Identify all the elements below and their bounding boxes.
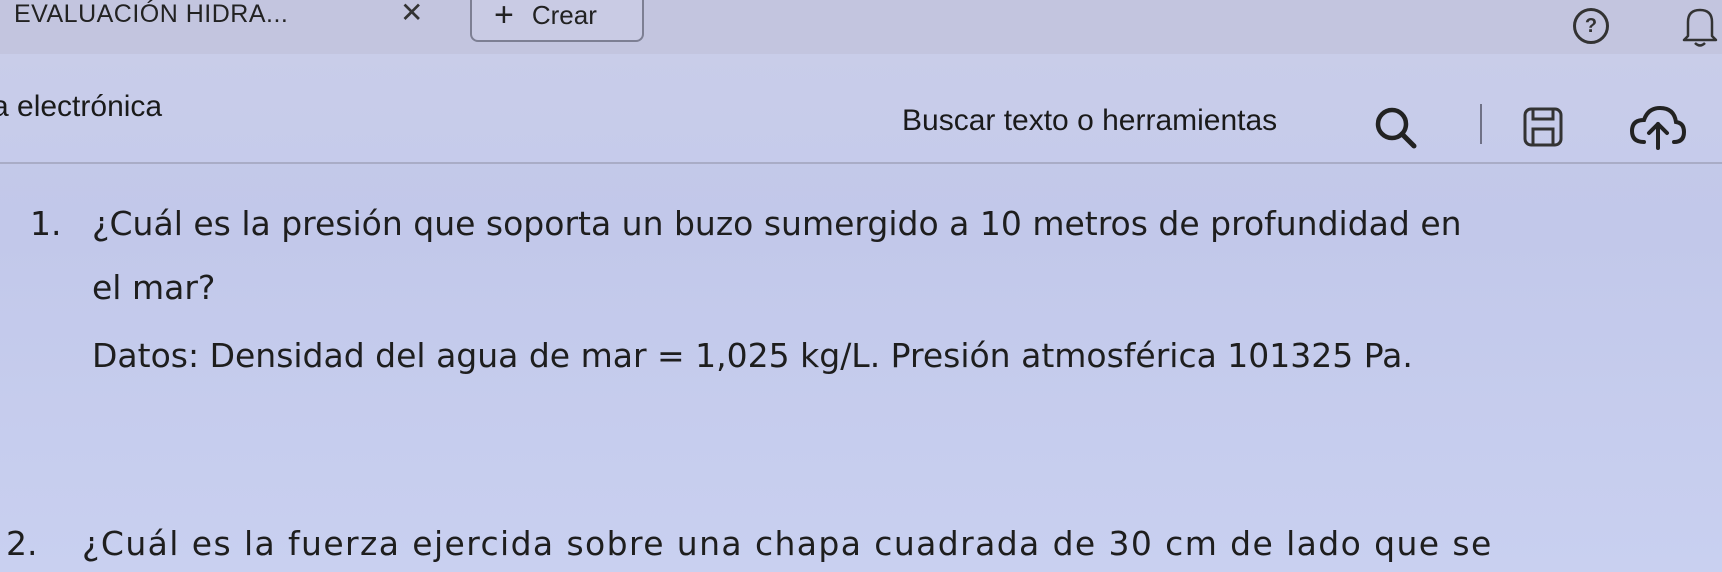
cloud-upload-icon[interactable] — [1628, 102, 1688, 152]
close-icon[interactable]: ✕ — [400, 0, 423, 29]
document-content: 1. ¿Cuál es la presión que soporta un bu… — [0, 164, 1722, 572]
plus-icon: + — [494, 0, 514, 34]
create-button[interactable]: + Crear — [470, 0, 644, 42]
question-1-data: Datos: Densidad del agua de mar = 1,025 … — [92, 336, 1413, 375]
toolbar: a electrónica Buscar texto o herramienta… — [0, 54, 1722, 164]
help-icon[interactable]: ? — [1573, 8, 1609, 44]
question-1-text-continued: el mar? — [92, 268, 216, 307]
search-icon[interactable] — [1370, 102, 1422, 154]
tab-title: EVALUACIÓN HIDRA... — [14, 0, 289, 28]
tab-bar: EVALUACIÓN HIDRA... ✕ + Crear ? — [0, 0, 1722, 54]
save-icon[interactable] — [1520, 104, 1566, 150]
search-tools-button[interactable]: Buscar texto o herramientas — [902, 104, 1277, 138]
toolbar-divider — [1480, 104, 1482, 144]
document-tab[interactable]: EVALUACIÓN HIDRA... ✕ — [0, 0, 460, 40]
create-button-label: Crear — [531, 0, 597, 30]
question-2-number: 2. — [6, 524, 38, 563]
bell-icon[interactable] — [1680, 4, 1720, 48]
question-1-text: ¿Cuál es la presión que soporta un buzo … — [92, 204, 1462, 243]
question-1-number: 1. — [30, 204, 62, 243]
document-title: a electrónica — [0, 90, 163, 123]
question-2-text: ¿Cuál es la fuerza ejercida sobre una ch… — [82, 524, 1493, 563]
